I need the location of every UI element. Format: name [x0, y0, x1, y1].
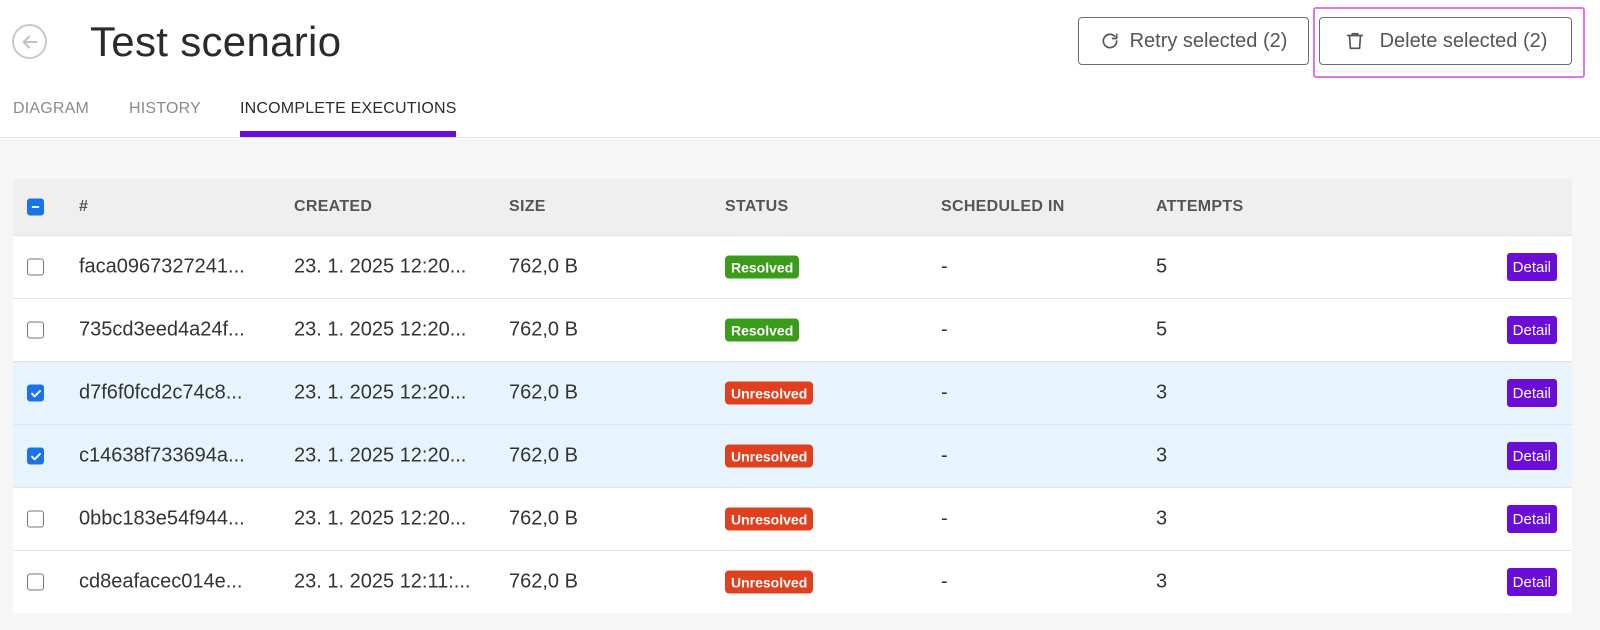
table-row[interactable]: 0bbc183e54f944... 23. 1. 2025 12:20... 762… — [13, 487, 1572, 550]
tab-incomplete-executions[interactable]: INCOMPLETE EXECUTIONS — [240, 100, 457, 118]
trash-icon — [1346, 32, 1363, 50]
detail-button[interactable]: Detail — [1506, 316, 1557, 344]
cell-created: 23. 1. 2025 12:11:... — [294, 570, 471, 593]
cell-created: 23. 1. 2025 12:20... — [294, 507, 467, 530]
row-checkbox[interactable] — [27, 447, 44, 465]
check-icon — [30, 452, 41, 460]
active-tab-indicator — [240, 131, 456, 137]
cell-attempts: 3 — [1156, 570, 1168, 593]
detail-button[interactable]: Detail — [1506, 379, 1557, 407]
column-header-status[interactable]: STATUS — [725, 198, 788, 216]
table-row[interactable]: c14638f733694a... 23. 1. 2025 12:20... 762… — [13, 424, 1572, 487]
row-checkbox[interactable] — [27, 384, 44, 402]
page-title: Test scenario — [90, 18, 342, 65]
cell-id: 0bbc183e54f944... — [79, 507, 245, 530]
cell-id: c14638f733694a... — [79, 444, 245, 467]
cell-scheduled-in: - — [941, 255, 948, 278]
column-header-attempts[interactable]: ATTEMPTS — [1156, 198, 1243, 216]
row-checkbox[interactable] — [27, 258, 44, 276]
select-all-checkbox[interactable] — [27, 198, 44, 216]
status-badge: Unresolved — [725, 444, 814, 468]
minus-icon — [31, 206, 40, 208]
cell-id: 735cd3eed4a24f... — [79, 318, 245, 341]
row-checkbox[interactable] — [27, 573, 44, 591]
cell-created: 23. 1. 2025 12:20... — [294, 318, 467, 341]
cell-scheduled-in: - — [941, 318, 948, 341]
column-header-size[interactable]: SIZE — [509, 198, 546, 216]
check-icon — [30, 389, 41, 397]
cell-attempts: 3 — [1156, 444, 1168, 467]
delete-selected-label: Delete selected (2) — [1379, 29, 1548, 52]
cell-attempts: 5 — [1156, 318, 1168, 341]
table-row[interactable]: cd8eafacec014e... 23. 1. 2025 12:11:... 76… — [13, 550, 1572, 613]
refresh-icon — [1102, 33, 1118, 49]
retry-selected-label: Retry selected (2) — [1129, 29, 1288, 52]
cell-attempts: 5 — [1156, 255, 1168, 278]
column-header-created[interactable]: CREATED — [294, 198, 372, 216]
retry-selected-button[interactable]: Retry selected (2) — [1078, 17, 1309, 65]
status-badge: Resolved — [725, 318, 800, 342]
cell-size: 762,0 B — [509, 318, 578, 341]
table-header: # CREATED SIZE STATUS SCHEDULED IN ATTEM… — [13, 179, 1572, 235]
cell-scheduled-in: - — [941, 444, 948, 467]
status-badge: Unresolved — [725, 381, 814, 405]
cell-size: 762,0 B — [509, 255, 578, 278]
column-header-scheduled-in[interactable]: SCHEDULED IN — [941, 198, 1065, 216]
cell-attempts: 3 — [1156, 381, 1168, 404]
column-header-id[interactable]: # — [79, 198, 88, 216]
table-row[interactable]: faca0967327241... 23. 1. 2025 12:20... 762… — [13, 235, 1572, 298]
cell-id: cd8eafacec014e... — [79, 570, 243, 593]
cell-scheduled-in: - — [941, 507, 948, 530]
cell-size: 762,0 B — [509, 570, 578, 593]
cell-size: 762,0 B — [509, 507, 578, 530]
cell-created: 23. 1. 2025 12:20... — [294, 255, 467, 278]
row-checkbox[interactable] — [27, 321, 44, 339]
cell-created: 23. 1. 2025 12:20... — [294, 444, 467, 467]
status-badge: Resolved — [725, 255, 800, 279]
cell-scheduled-in: - — [941, 570, 948, 593]
table-row[interactable]: d7f6f0fcd2c74c8... 23. 1. 2025 12:20... 76… — [13, 361, 1572, 424]
detail-button[interactable]: Detail — [1506, 442, 1557, 470]
table-body: faca0967327241... 23. 1. 2025 12:20... 762… — [13, 235, 1572, 613]
cell-size: 762,0 B — [509, 444, 578, 467]
page-header: Test scenario Retry selected (2) Delete … — [0, 0, 1600, 138]
executions-table: # CREATED SIZE STATUS SCHEDULED IN ATTEM… — [13, 179, 1572, 613]
cell-attempts: 3 — [1156, 507, 1168, 530]
cell-id: d7f6f0fcd2c74c8... — [79, 381, 243, 404]
back-button[interactable] — [12, 24, 47, 59]
tab-diagram[interactable]: DIAGRAM — [13, 100, 89, 118]
detail-button[interactable]: Detail — [1506, 568, 1557, 596]
tab-history[interactable]: HISTORY — [129, 100, 201, 118]
detail-button[interactable]: Detail — [1506, 505, 1557, 533]
cell-scheduled-in: - — [941, 381, 948, 404]
delete-selected-button[interactable]: Delete selected (2) — [1319, 17, 1572, 65]
row-checkbox[interactable] — [27, 510, 44, 528]
cell-created: 23. 1. 2025 12:20... — [294, 381, 467, 404]
arrow-left-icon — [22, 34, 37, 49]
status-badge: Unresolved — [725, 570, 814, 594]
status-badge: Unresolved — [725, 507, 814, 531]
cell-id: faca0967327241... — [79, 255, 245, 278]
detail-button[interactable]: Detail — [1506, 253, 1557, 281]
cell-size: 762,0 B — [509, 381, 578, 404]
main-content: # CREATED SIZE STATUS SCHEDULED IN ATTEM… — [0, 139, 1600, 630]
table-row[interactable]: 735cd3eed4a24f... 23. 1. 2025 12:20... 762… — [13, 298, 1572, 361]
